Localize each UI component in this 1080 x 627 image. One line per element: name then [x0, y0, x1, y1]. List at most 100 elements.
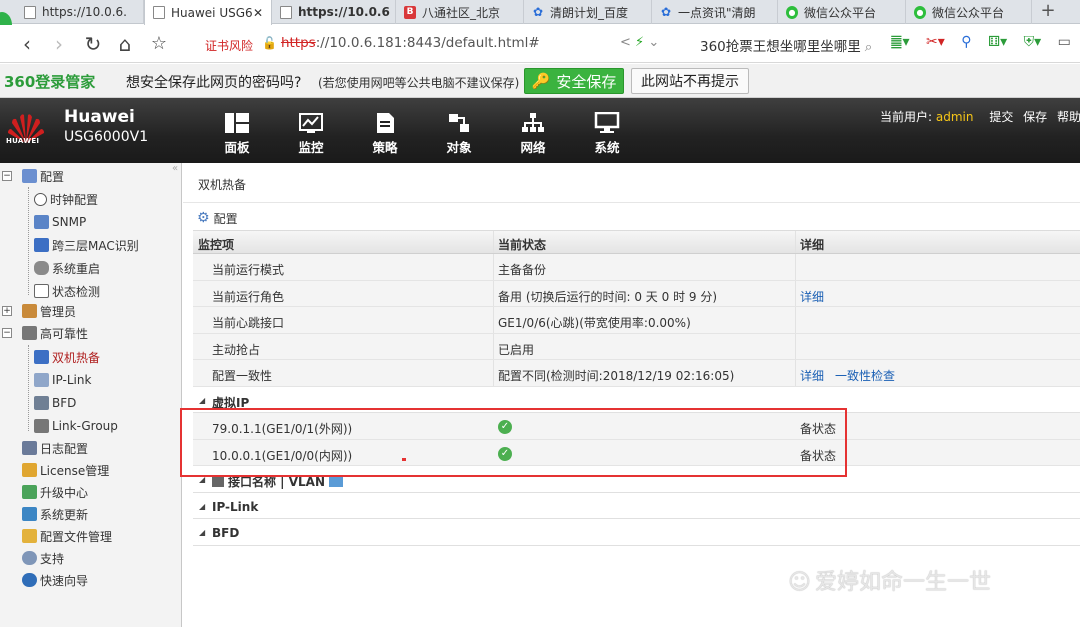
browser-tab[interactable]: ✿ 清朗计划_百度 [524, 0, 652, 24]
wechat-watermark-icon: ☺ [788, 570, 811, 595]
device-model: USG6000V1 [64, 129, 149, 145]
sidebar-item-label: 双机热备 [52, 350, 101, 365]
section-bfd[interactable]: ◢ BFD [193, 519, 1080, 546]
menu-policy[interactable]: 策略 [360, 112, 410, 156]
scissors-icon[interactable]: ✂▾ [926, 34, 945, 50]
browser-tab[interactable]: https://10.0.6. [16, 0, 144, 24]
sidebar-item-upgrade[interactable]: 升级中心 [22, 482, 88, 502]
breadcrumb: 双机热备 [183, 163, 1080, 203]
sidebar-item-label: 配置 [40, 169, 65, 184]
sidebar-item-label: 支持 [40, 551, 65, 566]
collapse-icon[interactable]: − [2, 171, 12, 181]
tab-title: 一点资讯"清朗 [678, 5, 756, 20]
sidebar-item-label: SNMP [52, 215, 87, 229]
browser-tab[interactable]: B 八通社区_北京 [396, 0, 524, 24]
search-text: 360抢票王想坐哪里坐哪里 [700, 39, 861, 55]
hot-standby-icon [34, 350, 49, 364]
sidebar-item-clock[interactable]: 时钟配置 [34, 189, 98, 209]
consistency-check-link[interactable]: 一致性检查 [835, 367, 895, 384]
sidebar-item-config[interactable]: 配置 [22, 166, 64, 186]
sidebar-item-system-update[interactable]: 系统更新 [22, 504, 88, 524]
back-icon[interactable]: ‹ [14, 31, 40, 57]
collapse-icon[interactable]: − [2, 328, 12, 338]
menu-monitor[interactable]: 监控 [286, 112, 336, 156]
username: admin [935, 110, 974, 124]
chevron-down-icon[interactable]: ⌄ [648, 35, 659, 50]
sidebar-item-label: 管理员 [40, 304, 77, 319]
monitor-chart-icon [299, 113, 323, 133]
current-user-label: 当前用户: [880, 110, 933, 124]
tab-title: 微信公众平台 [932, 5, 1005, 20]
admin-icon [22, 304, 37, 318]
menu-icon[interactable]: ▭ [1058, 34, 1071, 50]
sidebar-item-l3-mac[interactable]: 跨三层MAC识别 [34, 235, 139, 255]
current-status: 主备备份 [498, 263, 547, 277]
sidebar-item-ip-link[interactable]: IP-Link [34, 370, 91, 390]
sidebar-item-ha[interactable]: 高可靠性 [22, 323, 88, 343]
translate-icon[interactable]: ䷀▾ [890, 34, 910, 50]
search-tool-icon[interactable]: ⚲ [961, 34, 971, 50]
sidebar-item-support[interactable]: 支持 [22, 548, 64, 568]
collapse-sidebar-icon[interactable]: « [172, 163, 178, 174]
shield-icon[interactable]: ⛨▾ [1024, 34, 1042, 50]
search-icon[interactable]: ⌕ [865, 39, 873, 55]
home-icon[interactable]: ⌂ [112, 31, 138, 57]
browser-tab-active[interactable]: Huawei USG6 ✕ [144, 0, 272, 25]
page-icon [24, 5, 36, 19]
lightning-icon[interactable]: ⚡ [635, 35, 644, 50]
sidebar-item-label: 配置文件管理 [40, 529, 113, 544]
section-ip-link[interactable]: ◢ IP-Link [193, 492, 1080, 519]
address-bar: ‹ › ↻ ⌂ ☆ 证书风险 🔓 https://10.0.6.181:8443/… [0, 25, 1080, 63]
triangle-down-icon: ◢ [199, 395, 206, 405]
help-link[interactable]: 帮助 [1057, 110, 1080, 124]
column-divider [493, 254, 494, 280]
sidebar-item-license[interactable]: License管理 [22, 460, 109, 480]
save-link[interactable]: 保存 [1023, 110, 1047, 124]
sidebar-item-restart[interactable]: 系统重启 [34, 258, 100, 278]
menu-network[interactable]: 网络 [508, 112, 558, 156]
browser-tab[interactable]: https://10.0.6 [272, 0, 396, 24]
menu-label: 策略 [372, 140, 398, 155]
monitor-item: 主动抢占 [212, 342, 261, 357]
sidebar-item-hot-standby[interactable]: 双机热备 [34, 347, 100, 367]
url-field[interactable]: 🔓 https://10.0.6.181:8443/default.html# [262, 35, 540, 51]
search-input[interactable]: 360抢票王想坐哪里坐哪里 ⌕ [700, 35, 872, 55]
sidebar-item-wizard[interactable]: 快速向导 [22, 570, 88, 590]
share-icon[interactable]: < [620, 35, 631, 50]
restart-icon [34, 261, 49, 275]
column-divider [795, 254, 796, 280]
sidebar-item-log[interactable]: 日志配置 [22, 438, 88, 458]
user-info: 当前用户: admin 提交 保存 帮助 [880, 108, 1080, 125]
browser-tab[interactable]: ✿ 一点资讯"清朗 [652, 0, 778, 24]
monitor-item: 配置一致性 [212, 369, 273, 383]
document-icon [377, 113, 394, 133]
sidebar-item-label: 时钟配置 [50, 192, 99, 207]
cert-warning[interactable]: 证书风险 [205, 37, 253, 54]
detail-link[interactable]: 详细 [800, 367, 824, 384]
commit-link[interactable]: 提交 [989, 110, 1013, 124]
sidebar-item-config-file[interactable]: 配置文件管理 [22, 526, 112, 546]
menu-object[interactable]: 对象 [434, 112, 484, 156]
sidebar-item-admin[interactable]: 管理员 [22, 301, 76, 321]
star-icon[interactable]: ☆ [146, 31, 172, 57]
sidebar-item-snmp[interactable]: SNMP [34, 212, 86, 232]
expand-icon[interactable]: + [2, 306, 12, 316]
reload-icon[interactable]: ↻ [80, 31, 106, 57]
never-remind-button[interactable]: 此网站不再提示 [631, 68, 749, 94]
save-password-button[interactable]: 🔑 安全保存 [524, 68, 624, 94]
menu-dashboard[interactable]: 面板 [212, 112, 262, 156]
new-tab-button[interactable]: + [1034, 1, 1062, 23]
sidebar-item-link-group[interactable]: Link-Group [34, 416, 118, 436]
config-toolbar[interactable]: ⚙ 配置 [183, 204, 1080, 228]
forward-icon[interactable]: › [46, 31, 72, 57]
sidebar-item-status-check[interactable]: 状态检测 [34, 281, 100, 301]
support-icon [22, 551, 37, 565]
game-icon[interactable]: ⚅▾ [988, 34, 1007, 50]
detail-link[interactable]: 详细 [800, 288, 824, 305]
menu-system[interactable]: 系统 [582, 112, 632, 156]
browser-tab[interactable]: ● 微信公众平台 [778, 0, 906, 24]
sidebar-item-bfd[interactable]: BFD [34, 393, 76, 413]
close-icon[interactable]: ✕ [253, 6, 263, 20]
browser-tab[interactable]: ● 微信公众平台 [906, 0, 1032, 24]
ha-icon [22, 326, 37, 340]
